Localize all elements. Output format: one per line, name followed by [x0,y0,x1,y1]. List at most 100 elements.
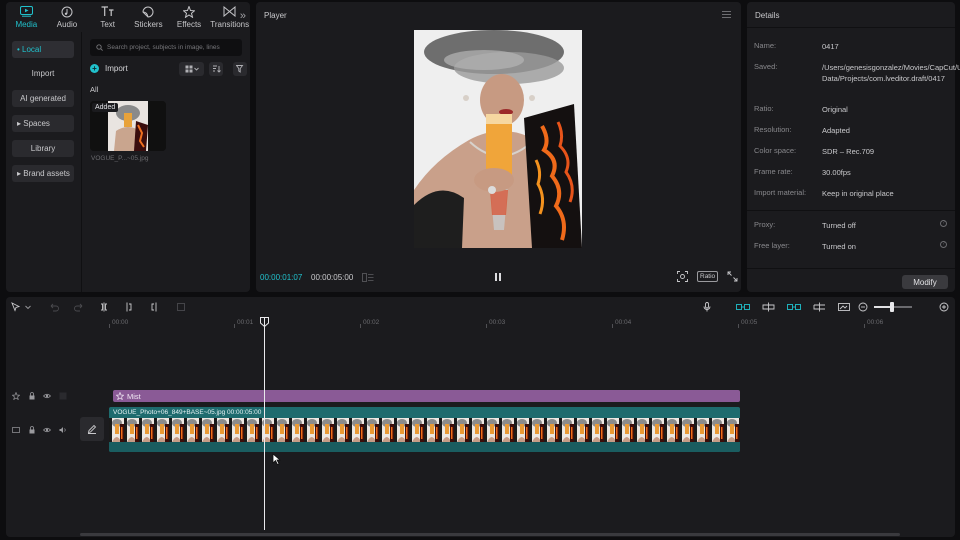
video-preview[interactable] [414,30,582,248]
track-options-icon[interactable] [59,392,67,400]
tab-stickers-label: Stickers [134,19,163,29]
tab-audio-label: Audio [56,19,78,29]
filmstrip-frame [364,418,379,442]
expand-icon[interactable] [727,271,738,282]
filmstrip-frame [724,418,739,442]
tab-media[interactable]: Media [6,2,47,32]
transitions-icon [223,6,237,18]
undo-icon[interactable] [49,302,59,312]
filmstrip-frame [544,418,559,442]
filmstrip-frame [274,418,289,442]
filmstrip-frame [154,418,169,442]
sidebar-item-ai-generated[interactable]: AI generated [12,90,74,107]
ruler-tick [234,324,235,328]
sidebar-item-import[interactable]: Import [12,65,74,82]
split-icon[interactable] [99,302,109,312]
link-clips-icon[interactable] [787,302,801,312]
tab-stickers[interactable]: Stickers [128,2,169,32]
search-input[interactable]: Search project, subjects in image, lines [90,39,242,56]
edit-cover-button[interactable] [80,417,104,441]
ruler-tick [486,324,487,328]
total-time: 00:00:05:00 [311,273,354,282]
tab-audio[interactable]: Audio [47,2,88,32]
sidebar-item-local[interactable]: • Local [12,41,74,58]
magnet-icon[interactable] [762,302,775,312]
media-panel: Media Audio Text Stickers Effects Transi… [6,2,250,292]
sidebar-item-spaces[interactable]: ▸ Spaces [12,115,74,132]
player-title: Player [264,11,287,20]
modify-button[interactable]: Modify [902,275,948,289]
details-panel: Details Name: 0417 Saved: /Users/genesis… [747,2,960,292]
menu-icon[interactable] [722,11,731,18]
microphone-icon[interactable] [702,302,712,312]
view-mode-button[interactable] [179,62,204,76]
filmstrip-frame [439,418,454,442]
sidebar-item-library[interactable]: Library [12,140,74,157]
split-right-icon[interactable] [149,302,159,312]
filmstrip-frame [469,418,484,442]
pause-button[interactable] [495,273,501,281]
mouse-pointer-icon [272,453,281,465]
link-main-track-icon[interactable] [736,302,750,312]
grid-view-icon [185,65,199,73]
video-clip[interactable]: VOGUE_Photo+06_849+BASE~05.jpg 00:00:05:… [109,407,740,452]
sort-button[interactable] [209,62,223,76]
timeline-toolbar [6,297,955,317]
mute-audio-icon[interactable] [59,426,67,434]
visibility-eye-icon[interactable] [43,392,51,400]
effect-track-icon [12,392,20,400]
detail-value: SDR – Rec.709 [822,147,875,156]
chevron-down-icon[interactable] [24,302,32,312]
delete-icon[interactable] [176,302,186,312]
timecode-grid-icon[interactable] [362,273,374,282]
visibility-eye-icon[interactable] [43,426,51,434]
tab-text[interactable]: Text [87,2,128,32]
stickers-icon [141,6,155,18]
split-left-icon[interactable] [124,302,134,312]
timeline-horizontal-scrollbar[interactable] [80,533,900,536]
all-filter-label: All [90,85,99,94]
effect-clip-label: Mist [127,391,141,401]
effect-clip-mist[interactable]: Mist [113,390,740,402]
redo-icon[interactable] [74,302,84,312]
free-layer-help-icon[interactable]: ? [940,241,947,248]
preview-image [414,30,582,248]
detail-key: Saved: [754,62,778,71]
more-tabs-icon[interactable]: » [240,10,246,22]
media-thumbnail[interactable]: Added [90,101,166,151]
detail-value[interactable]: Turned off [822,220,942,231]
zoom-slider-handle[interactable] [890,302,894,312]
timeline-ruler[interactable]: 00:00 00:01 00:02 00:03 00:04 00:05 00:0… [6,317,955,329]
detail-value: /Users/genesisgonzalez/Movies/CapCut/Use… [822,63,960,83]
text-icon [101,6,115,18]
ruler-tick-label: 00:05 [741,319,758,326]
player-panel: Player 00:00:01:07 00:00:05:00 Ratio [256,2,741,292]
filmstrip-frame [619,418,634,442]
lock-icon[interactable] [28,426,36,434]
proxy-help-icon[interactable]: ? [940,220,947,227]
sidebar-item-brand-assets[interactable]: ▸ Brand assets [12,165,74,182]
zoom-in-icon[interactable] [939,302,949,312]
filter-button[interactable] [233,62,247,76]
detail-value[interactable]: Turned on [822,241,942,252]
filmstrip-frame [679,418,694,442]
zoom-out-icon[interactable] [858,302,868,312]
details-header: Details [747,2,955,28]
tab-effects[interactable]: Effects [169,2,210,32]
select-cursor-icon[interactable] [11,302,21,312]
ratio-button[interactable]: Ratio [697,271,719,282]
detail-key: Import material: [754,188,807,197]
filmstrip-frame [289,418,304,442]
playhead[interactable] [264,318,265,530]
detail-key: Name: [754,41,777,50]
preview-axis-icon[interactable] [813,302,826,312]
cover-image-icon[interactable] [838,302,850,312]
import-button[interactable]: + Import [90,61,128,76]
audio-icon [60,6,74,18]
fullscreen-crop-icon[interactable] [677,271,688,282]
filter-icon [235,65,243,73]
detail-key: Color space: [754,146,797,155]
filmstrip-frame [574,418,589,442]
video-track-icon [12,427,20,433]
lock-icon[interactable] [28,392,36,400]
